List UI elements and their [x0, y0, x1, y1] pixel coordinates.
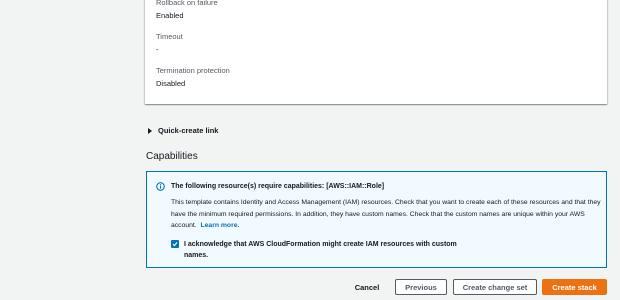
rollback-field: Rollback on failure Enabled: [156, 0, 218, 21]
rollback-value: Enabled: [156, 11, 184, 20]
quick-create-link-toggle[interactable]: Quick-create link: [148, 126, 218, 135]
previous-button[interactable]: Previous: [395, 279, 447, 295]
termination-value: Disabled: [156, 79, 186, 88]
rollback-label: Rollback on failure: [156, 0, 218, 7]
alert-title: The following resource(s) require capabi…: [171, 183, 385, 190]
cancel-button[interactable]: Cancel: [352, 279, 382, 295]
caret-right-icon: [148, 127, 152, 134]
checkmark-icon: [172, 242, 178, 247]
acknowledge-checkbox-row[interactable]: I acknowledge that AWS CloudFormation mi…: [171, 239, 474, 261]
create-stack-button[interactable]: Create stack: [542, 279, 607, 295]
learn-more-link[interactable]: Learn more.: [200, 222, 239, 229]
timeout-field: Timeout -: [156, 32, 183, 55]
capabilities-alert: The following resource(s) require capabi…: [146, 171, 607, 268]
termination-field: Termination protection Disabled: [156, 66, 230, 89]
create-change-set-button[interactable]: Create change set: [453, 279, 537, 295]
stack-options-panel: Rollback on failure Enabled Timeout - Te…: [145, 0, 607, 104]
capabilities-heading: Capabilities: [146, 151, 198, 162]
info-icon: [156, 182, 165, 191]
alert-body: This template contains Identity and Acce…: [171, 197, 601, 232]
acknowledge-label: I acknowledge that AWS CloudFormation mi…: [184, 241, 457, 259]
timeout-label: Timeout: [156, 32, 183, 41]
acknowledge-checkbox[interactable]: [171, 240, 179, 248]
quick-create-link-label: Quick-create link: [158, 126, 219, 135]
timeout-value: -: [156, 45, 159, 54]
termination-label: Termination protection: [156, 66, 230, 75]
